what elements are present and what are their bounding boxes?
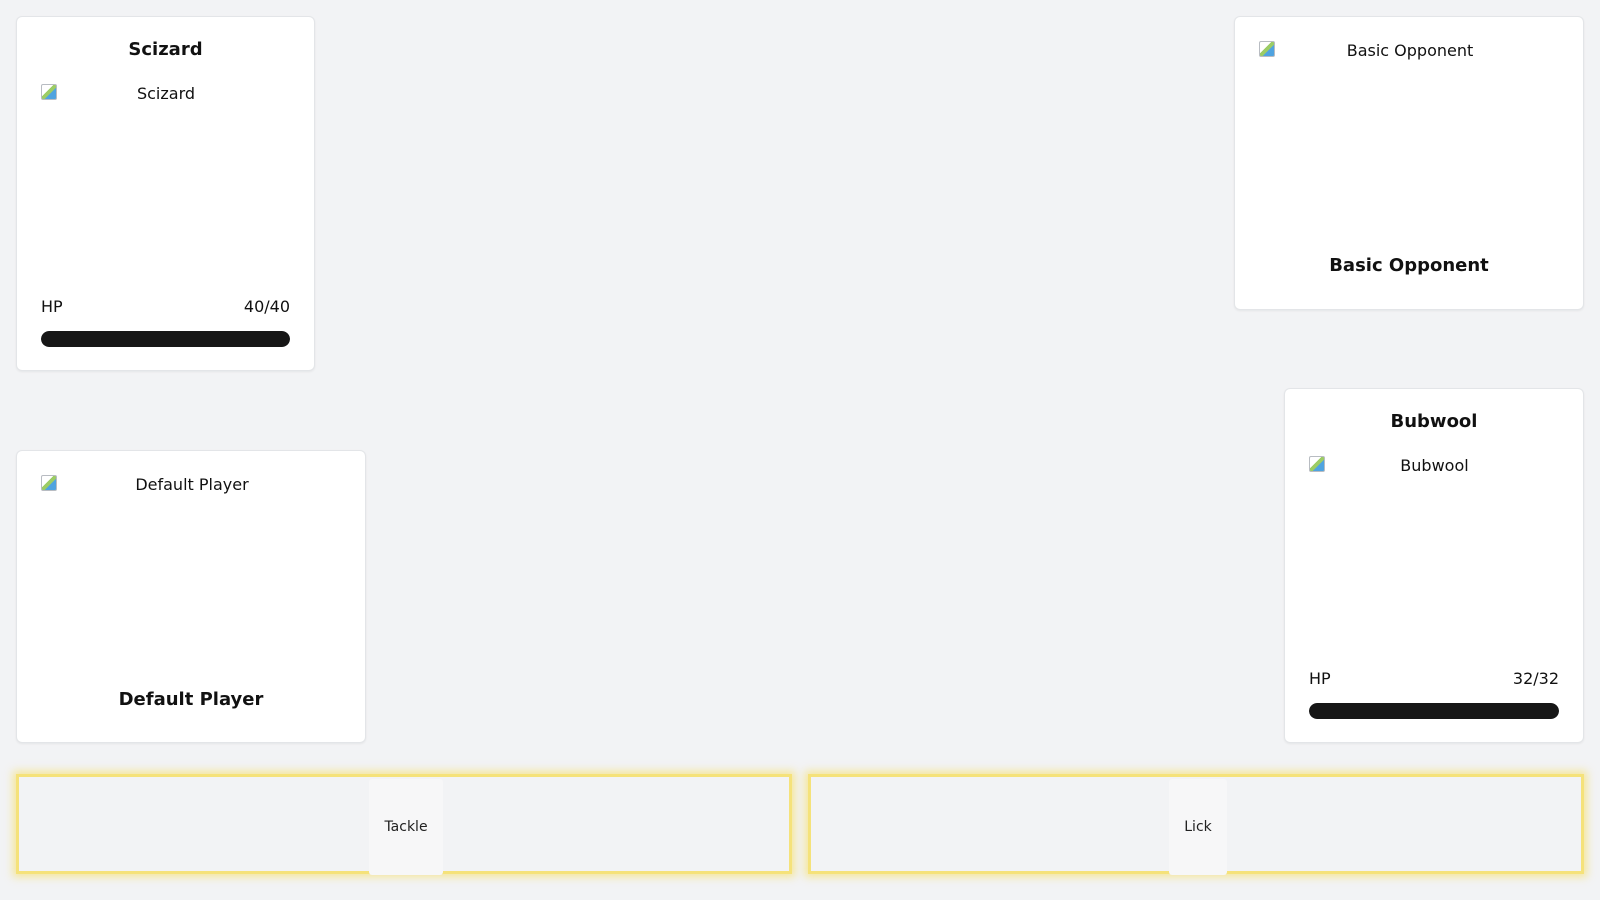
- player-hp-fill: [41, 331, 290, 347]
- broken-image-icon: [1259, 41, 1275, 57]
- opponent-pokemon-image: Bubwool: [1309, 456, 1560, 656]
- opponent-pokemon-name: Bubwool: [1390, 411, 1478, 432]
- player-pokemon-image: Scizard: [41, 84, 291, 284]
- player-hp-row: HP 40/40: [41, 297, 290, 316]
- move-button-lick[interactable]: Lick: [1169, 779, 1227, 875]
- opponent-trainer-name: Basic Opponent: [1329, 255, 1489, 276]
- player-pokemon-image-alt: Scizard: [136, 84, 196, 103]
- player-trainer-image-alt: Default Player: [135, 475, 249, 494]
- opponent-pokemon-image-alt: Bubwool: [1400, 456, 1469, 475]
- player-trainer-image: Default Player: [41, 475, 343, 675]
- broken-image-icon: [41, 84, 57, 100]
- opponent-trainer-image: Basic Opponent: [1259, 41, 1561, 241]
- broken-image-icon: [41, 475, 57, 491]
- move-slot-2[interactable]: Lick: [808, 774, 1584, 875]
- opponent-hp-fill: [1309, 703, 1559, 719]
- opponent-pokemon-card: Bubwool Bubwool HP 32/32: [1284, 388, 1584, 743]
- opponent-hp-bar: [1309, 703, 1559, 719]
- move-slot-1[interactable]: Tackle: [16, 774, 792, 875]
- opponent-trainer-image-alt: Basic Opponent: [1346, 41, 1474, 60]
- opponent-hp-value: 32/32: [1512, 669, 1559, 688]
- opponent-hp-row: HP 32/32: [1309, 669, 1559, 688]
- opponent-trainer-card: Basic Opponent Basic Opponent: [1234, 16, 1584, 310]
- broken-image-icon: [1309, 456, 1325, 472]
- player-hp-label: HP: [41, 297, 63, 316]
- move-button-tackle[interactable]: Tackle: [369, 779, 443, 875]
- player-trainer-name: Default Player: [118, 689, 264, 710]
- player-hp-bar: [41, 331, 290, 347]
- player-trainer-card: Default Player Default Player: [16, 450, 366, 743]
- player-pokemon-name: Scizard: [128, 39, 203, 60]
- player-hp-value: 40/40: [243, 297, 290, 316]
- opponent-hp-label: HP: [1309, 669, 1331, 688]
- player-pokemon-card: Scizard Scizard HP 40/40: [16, 16, 315, 371]
